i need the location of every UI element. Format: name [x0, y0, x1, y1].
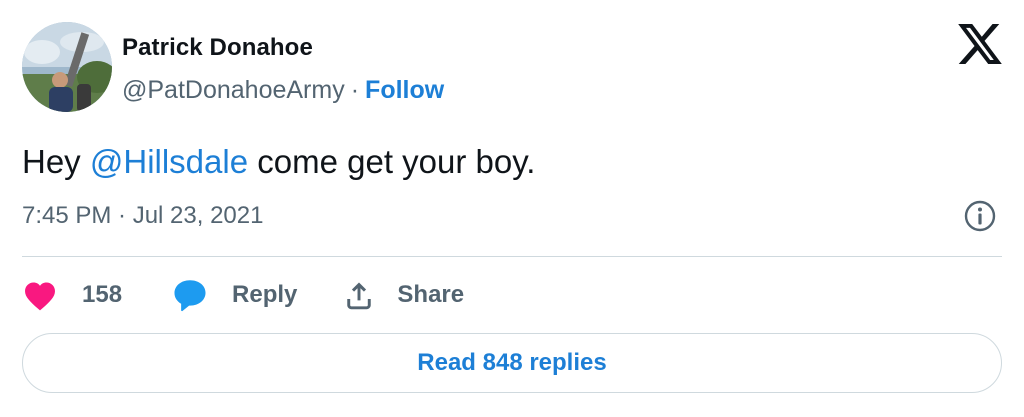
tweet-text: Hey @Hillsdale come get your boy. — [22, 140, 535, 184]
heart-icon — [22, 277, 58, 313]
tweet-text-start: Hey — [22, 143, 90, 180]
share-button[interactable]: Share — [341, 277, 464, 313]
mention-link[interactable]: @Hillsdale — [90, 143, 248, 180]
divider — [22, 256, 1002, 257]
author-avatar[interactable] — [22, 22, 112, 112]
read-replies-button[interactable]: Read 848 replies — [22, 333, 1002, 393]
follow-button[interactable]: Follow — [365, 76, 444, 104]
reply-button[interactable]: Reply — [172, 277, 297, 313]
avatar-photo — [22, 22, 112, 112]
tweet-text-end: come get your boy. — [248, 143, 536, 180]
tweet-embed-card: Patrick Donahoe @PatDonahoeArmy · Follow H… — [0, 0, 1024, 417]
tweet-actions-bar: 158 Reply Share — [22, 272, 464, 318]
author-handle-line: @PatDonahoeArmy · Follow — [122, 74, 444, 106]
tweet-timestamp[interactable]: 7:45 PM · Jul 23, 2021 — [22, 201, 263, 231]
share-upload-icon — [341, 277, 377, 313]
info-icon[interactable] — [962, 198, 998, 234]
author-handle[interactable]: @PatDonahoeArmy — [122, 76, 345, 104]
reply-label: Reply — [232, 281, 298, 308]
like-count: 158 — [82, 281, 123, 308]
like-button[interactable]: 158 — [22, 277, 122, 313]
read-replies-label: Read 848 replies — [417, 349, 607, 376]
share-label: Share — [397, 281, 465, 308]
author-display-name[interactable]: Patrick Donahoe — [122, 33, 313, 63]
x-logo-icon[interactable] — [958, 24, 1002, 64]
speech-bubble-icon — [172, 277, 208, 313]
handle-separator: · — [350, 76, 360, 104]
